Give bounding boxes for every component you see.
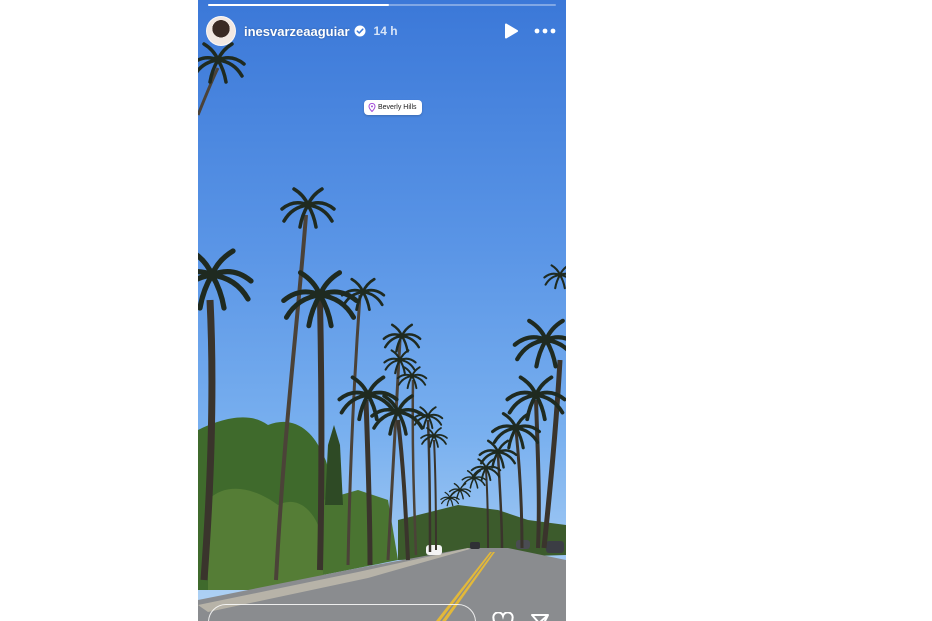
location-pin-icon xyxy=(368,103,376,112)
location-sticker[interactable]: Beverly Hills xyxy=(364,100,422,115)
share-icon[interactable] xyxy=(530,613,550,621)
play-icon[interactable] xyxy=(502,22,520,40)
story-header: inesvarzeaaguiar 14 h xyxy=(206,16,556,46)
avatar[interactable] xyxy=(206,16,236,46)
more-horizontal-icon[interactable] xyxy=(534,22,556,40)
story-progress-bar xyxy=(208,4,556,6)
location-label: Beverly Hills xyxy=(378,104,417,111)
reply-input[interactable] xyxy=(208,604,476,621)
story-viewer[interactable]: inesvarzeaaguiar 14 h Beverly Hills xyxy=(198,0,566,621)
heart-icon[interactable] xyxy=(492,612,514,621)
story-progress-fill xyxy=(208,4,389,6)
username[interactable]: inesvarzeaaguiar xyxy=(244,24,350,39)
story-photo xyxy=(198,42,566,621)
story-timestamp: 14 h xyxy=(373,24,398,38)
verified-badge-icon xyxy=(354,25,366,37)
